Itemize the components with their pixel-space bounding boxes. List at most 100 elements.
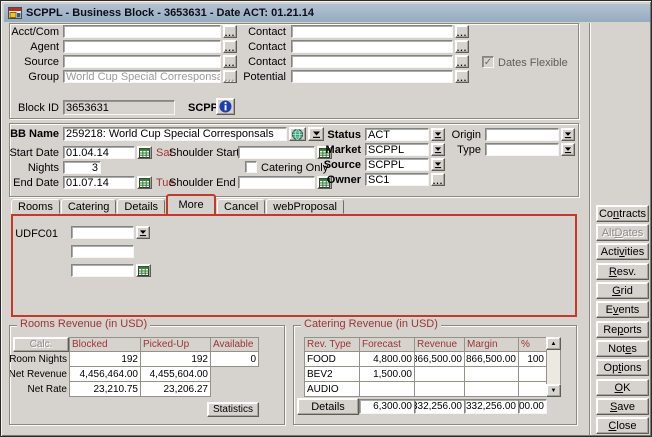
business-block-window: SCPPL - Business Block - 3653631 - Date … [0, 0, 652, 437]
catering-row-bev2-revenue [414, 366, 465, 382]
room-nights-blocked: 192 [69, 351, 141, 367]
more-text-field[interactable] [71, 245, 134, 258]
app-icon [8, 6, 22, 20]
net-revenue-label: Net Revenue [9, 366, 70, 382]
tab-cancel[interactable]: Cancel [217, 199, 265, 214]
agent-field[interactable] [63, 40, 221, 53]
save-button[interactable]: Save [596, 398, 649, 415]
type-lov-button[interactable] [561, 143, 575, 156]
dropdown-arrow-icon [139, 229, 147, 237]
owner-field[interactable]: SC1 [365, 173, 429, 186]
acct-com-label: Acct/Com [9, 26, 59, 39]
notes-button[interactable]: Notes [596, 340, 649, 357]
origin-label: Origin [441, 129, 481, 142]
tab-webproposal[interactable]: webProposal [266, 199, 344, 214]
resv-button[interactable]: Resv. [596, 263, 649, 280]
tab-details[interactable]: Details [117, 199, 165, 214]
tab-catering[interactable]: Catering [61, 199, 117, 214]
contact2-field[interactable] [291, 40, 453, 53]
catering-scrollbar-track[interactable] [546, 350, 561, 384]
info-button[interactable] [216, 98, 235, 115]
scroll-down-button[interactable]: ▼ [546, 384, 561, 397]
bb-name-lov-button[interactable] [308, 127, 324, 141]
contact3-browse-button[interactable]: ... [455, 55, 469, 68]
group-field[interactable]: World Cup Special Corresponsals [63, 70, 221, 83]
scroll-up-button[interactable]: ▲ [546, 337, 561, 350]
source-label: Source [9, 56, 59, 69]
bb-name-field[interactable]: 259218: World Cup Special Corresponsals [63, 127, 287, 141]
rooms-col-available: Available [210, 337, 259, 352]
udfc01-label: UDFC01 [11, 228, 58, 241]
dates-flexible-checkbox[interactable]: ✓ [482, 56, 494, 68]
bb-source-lov-button[interactable] [431, 158, 445, 171]
net-rate-label: Net Rate [9, 381, 70, 397]
market-field[interactable]: SCPPL [365, 143, 429, 156]
reports-button[interactable]: Reports [596, 321, 649, 338]
udfc01-lov-button[interactable] [136, 226, 150, 239]
bb-source-label: Source [323, 159, 361, 172]
rooms-revenue-title: Rooms Revenue (in USD) [17, 318, 150, 331]
details-button[interactable]: Details [297, 398, 359, 415]
statistics-button[interactable]: Statistics [207, 402, 259, 417]
globe-icon [292, 129, 303, 140]
room-nights-label: Room Nights [9, 351, 70, 367]
rooms-col-blocked: Blocked [69, 337, 141, 352]
calc-button[interactable]: Calc. [13, 337, 69, 352]
activities-button[interactable]: Activities [596, 243, 649, 260]
shoulder-start-label: Shoulder Start [169, 147, 234, 160]
udfc01-field[interactable] [71, 226, 134, 239]
type-field[interactable] [485, 143, 559, 156]
options-button[interactable]: Options [596, 359, 649, 376]
room-nights-available: 0 [210, 351, 259, 367]
side-panel-divider [589, 23, 591, 435]
origin-lov-button[interactable] [561, 128, 575, 141]
dates-flexible-label: Dates Flexible [498, 57, 568, 70]
contracts-button[interactable]: Contracts [596, 205, 649, 222]
group-label: Group [9, 71, 59, 84]
nights-field[interactable]: 3 [63, 161, 101, 174]
more-date-calendar-button[interactable] [136, 264, 151, 277]
contact1-label: Contact [231, 26, 286, 39]
grid-button[interactable]: Grid [596, 282, 649, 299]
end-date-field[interactable]: 01.07.14 [63, 176, 135, 189]
calendar-icon [138, 266, 149, 276]
end-date-calendar-button[interactable] [137, 176, 152, 189]
owner-browse-button[interactable]: ... [431, 173, 445, 186]
catering-only-checkbox[interactable] [245, 161, 257, 173]
shoulder-end-field[interactable] [238, 176, 315, 189]
catering-row-food-revenue: 9,866,500.00 [414, 351, 465, 367]
contact1-field[interactable] [291, 25, 453, 38]
more-date-field[interactable] [71, 264, 134, 277]
acct-com-field[interactable] [63, 25, 221, 38]
ok-button[interactable]: OK [596, 379, 649, 396]
globe-button[interactable] [289, 127, 306, 141]
catering-total-revenue: 6,332,256.00 [414, 399, 465, 414]
start-date-field[interactable]: 01.04.14 [63, 146, 135, 159]
room-nights-pickedup: 192 [140, 351, 211, 367]
dropdown-arrow-icon [564, 146, 572, 154]
block-id-label: Block ID [9, 102, 59, 115]
shoulder-end-label: Shoulder End [169, 177, 234, 190]
events-button[interactable]: Events [596, 301, 649, 318]
close-button[interactable]: Close [596, 417, 649, 434]
contact2-browse-button[interactable]: ... [455, 40, 469, 53]
source-field[interactable] [63, 55, 221, 68]
net-revenue-pickedup: 4,455,604.00 [140, 366, 211, 382]
calendar-icon [139, 178, 150, 188]
catering-col-pct: % [518, 337, 547, 352]
start-date-calendar-button[interactable] [137, 146, 152, 159]
origin-field[interactable] [485, 128, 559, 141]
start-date-label: Start Date [9, 147, 59, 160]
agent-label: Agent [9, 41, 59, 54]
tab-more[interactable]: More [166, 194, 216, 214]
bb-source-field[interactable]: SCPPL [365, 158, 429, 171]
tab-rooms[interactable]: Rooms [11, 199, 60, 214]
contact1-browse-button[interactable]: ... [455, 25, 469, 38]
catering-row-food-type: FOOD [304, 351, 360, 367]
catering-col-margin: Margin [464, 337, 519, 352]
potential-field[interactable] [291, 70, 453, 83]
contact3-field[interactable] [291, 55, 453, 68]
potential-browse-button[interactable]: ... [455, 70, 469, 83]
status-field[interactable]: ACT [365, 128, 429, 141]
shoulder-start-field[interactable] [238, 146, 315, 159]
